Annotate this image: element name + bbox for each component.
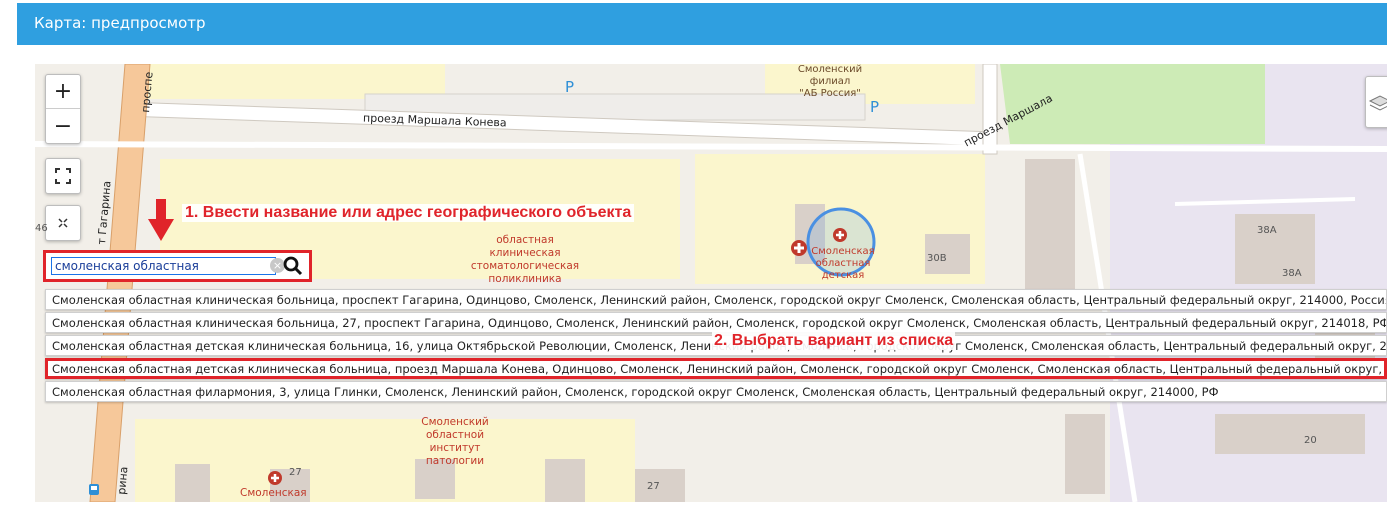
parking-label: P xyxy=(565,78,575,96)
layers-icon xyxy=(1368,95,1387,111)
panel-header: Карта: предпросмотр xyxy=(17,3,1387,45)
fullscreen-button[interactable] xyxy=(45,158,81,194)
fullscreen-icon xyxy=(55,168,71,184)
street-label-gagarin-bottom: рина xyxy=(115,466,131,496)
bus-stop-icon xyxy=(89,484,99,495)
parking-label-2: P xyxy=(870,98,880,116)
building-number: 38А xyxy=(1257,225,1277,236)
layers-button[interactable] xyxy=(1365,76,1387,128)
search-input[interactable] xyxy=(51,257,276,275)
map-viewport[interactable]: + − P P проезд Маршала Конева проезд Мар… xyxy=(35,64,1387,502)
annotation-step1: 1. Ввести название или адрес географичес… xyxy=(182,204,635,222)
search-icon[interactable] xyxy=(282,255,304,277)
zoom-control: + − xyxy=(45,74,81,144)
collapse-icon xyxy=(58,218,68,228)
hospital-icon-selected xyxy=(833,228,847,242)
list-item[interactable]: Смоленская областная клиническая больниц… xyxy=(45,312,1387,333)
arrow-down-icon xyxy=(148,199,174,241)
list-item[interactable]: Смоленская областная филармония, 3, улиц… xyxy=(45,381,1387,402)
building-number: 27 xyxy=(289,467,302,478)
zoom-in-button[interactable]: + xyxy=(46,75,80,109)
panel-title: Карта: предпросмотр xyxy=(34,14,206,32)
map-tiles xyxy=(35,64,1387,502)
building-number: 38А xyxy=(1282,268,1302,279)
poi-hospital-bottom: Смоленская xyxy=(240,487,307,499)
building-number: 30В xyxy=(927,253,947,264)
building-number: 27 xyxy=(647,481,660,492)
poi-bank-branch: Смоленский филиал "АБ Россия" xyxy=(797,64,863,99)
poi-pathology-institute: Смоленский областной институт патологии xyxy=(421,416,489,467)
hospital-icon-bottom xyxy=(268,471,282,485)
list-item[interactable]: Смоленская областная клиническая больниц… xyxy=(45,289,1387,310)
building-number: 20 xyxy=(1304,435,1317,446)
poi-childrens-hospital: Смоленская областная детская xyxy=(811,246,875,281)
zoom-out-button[interactable]: − xyxy=(46,109,80,143)
list-item-highlighted[interactable]: Смоленская областная детская клиническая… xyxy=(45,358,1387,379)
poi-dental-clinic: областная клиническая стоматологическая … xyxy=(470,234,580,285)
annotation-step2: 2. Выбрать вариант из списка xyxy=(712,332,956,350)
building-number: 46 xyxy=(35,223,48,234)
locate-button[interactable] xyxy=(45,205,81,241)
search-box: × xyxy=(43,250,312,282)
